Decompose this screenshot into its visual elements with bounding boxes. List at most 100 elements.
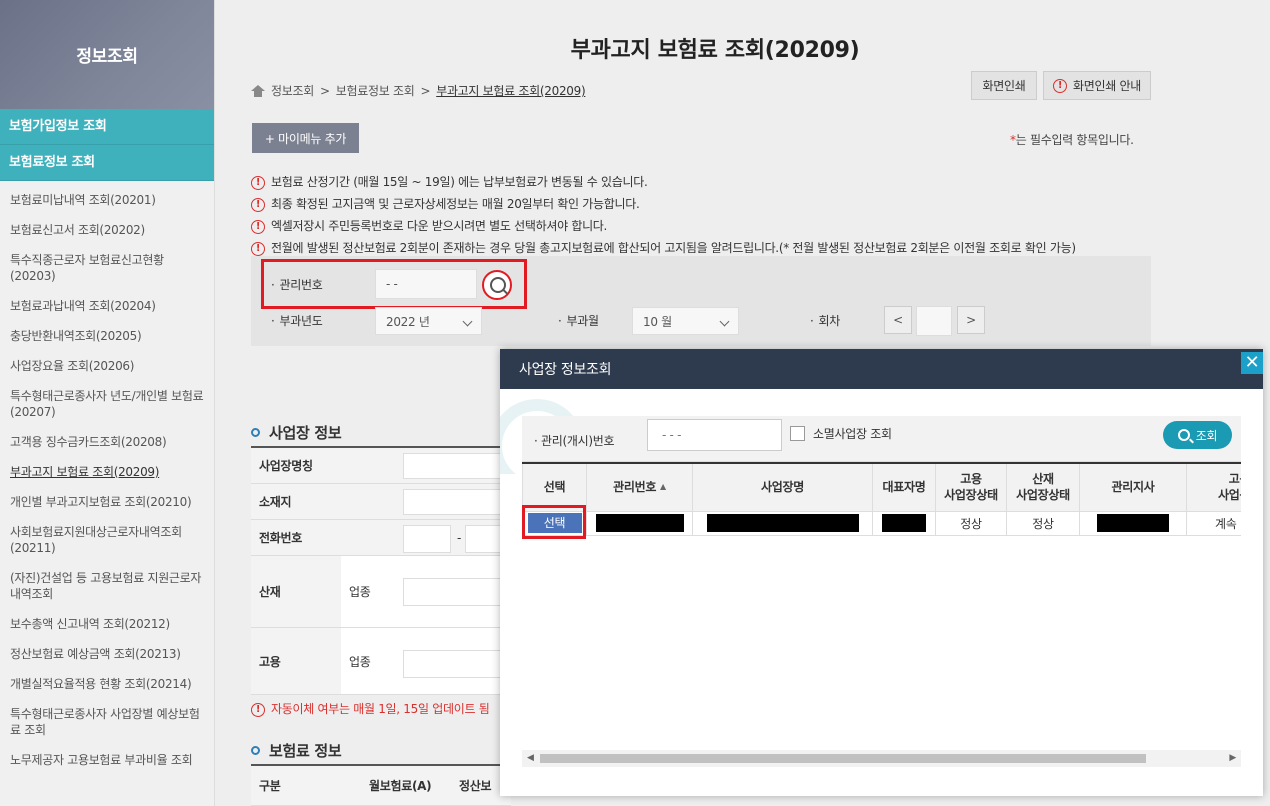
search-panel: 관리번호 - - 부과년도 2022 년 부과월 10 월 회차 < > xyxy=(251,256,1151,346)
modal-title: 사업장 정보조회 xyxy=(519,362,612,378)
scroll-right-icon[interactable]: ▶ xyxy=(1229,753,1236,763)
bullet-icon xyxy=(251,428,260,437)
sidebar-item[interactable]: 사회보험료지원대상근로자내역조회(20211) xyxy=(0,517,214,563)
print-button[interactable]: 화면인쇄 xyxy=(971,71,1037,100)
col-select: 선택 xyxy=(522,464,587,512)
auto-transfer-warning: ! 자동이체 여부는 매월 1일, 15일 업데이트 됨 xyxy=(251,700,490,717)
breadcrumb-item[interactable]: 보험료정보 조회 xyxy=(336,82,415,99)
add-mymenu-button[interactable]: + 마이메뉴 추가 xyxy=(252,123,359,153)
breadcrumb: 정보조회 > 보험료정보 조회 > 부과고지 보험료 조회(20209) xyxy=(251,82,586,99)
sidebar-item[interactable]: 특수형태근로종사자 사업장별 예상보험료 조회 xyxy=(0,699,214,745)
sidebar: 정보조회 보험가입정보 조회 보험료정보 조회 보험료미납내역 조회(20201… xyxy=(0,0,215,806)
month-select[interactable]: 10 월 xyxy=(632,307,739,335)
alert-icon: ! xyxy=(251,241,265,256)
col-branch: 관리지사 xyxy=(1079,464,1187,512)
close-icon[interactable]: ✕ xyxy=(1241,352,1263,374)
sidebar-item[interactable]: 개별실적요율적용 현황 조회(20214) xyxy=(0,669,214,699)
modal-header: 사업장 정보조회 ✕ xyxy=(500,349,1263,389)
table-header-row: 선택 관리번호 ▲ 사업장명 대표자명 고용 사업장상태 산재 사업장상태 관리… xyxy=(522,464,1241,512)
workplace-info-table: 사업장명칭 소재지 전화번호 - 산재 업종 고용 업종 xyxy=(251,446,511,695)
col-workplace-name: 사업장명 xyxy=(692,464,873,512)
alert-icon: ! xyxy=(251,702,265,717)
sidebar-item[interactable]: 특수형태근로종사자 년도/개인별 보험료(20207) xyxy=(0,381,214,427)
redacted-workplace-name xyxy=(706,514,859,532)
table-row[interactable]: 선택 정상 정상 계속 xyxy=(522,510,1241,536)
sidebar-category-insurance-join[interactable]: 보험가입정보 조회 xyxy=(0,109,214,145)
next-round-button[interactable]: > xyxy=(957,306,985,334)
business-type-cell: 계속 xyxy=(1186,510,1241,536)
workplace-name-field xyxy=(403,453,511,479)
sidebar-item[interactable]: 정산보험료 예상금액 조회(20213) xyxy=(0,639,214,669)
breadcrumb-current[interactable]: 부과고지 보험료 조회(20209) xyxy=(436,82,585,99)
workplace-section-title: 사업장 정보 xyxy=(251,422,342,443)
sidebar-title: 정보조회 xyxy=(0,0,214,109)
sidebar-item[interactable]: 고객용 징수금카드조회(20208) xyxy=(0,427,214,457)
scroll-left-icon[interactable]: ◀ xyxy=(527,753,534,763)
alert-icon: ! xyxy=(1053,78,1068,93)
print-guide-button[interactable]: ! 화면인쇄 안내 xyxy=(1043,71,1151,100)
notice-list: ! 보험료 산정기간 (매월 15일 ~ 19일) 에는 납부보험료가 변동될 수… xyxy=(251,174,1076,262)
page-title: 부과고지 보험료 조회(20209) xyxy=(570,38,860,63)
industrial-sector-field xyxy=(403,578,511,606)
premium-header-cell: 구분 xyxy=(251,766,361,806)
phone-field-1 xyxy=(403,525,451,553)
closed-workplace-label: 소멸사업장 조회 xyxy=(813,427,892,441)
modal-mgmt-input[interactable]: - - - xyxy=(647,419,782,451)
sidebar-item[interactable]: 사업장요율 조회(20206) xyxy=(0,351,214,381)
scrollbar-thumb[interactable] xyxy=(540,754,1146,763)
sidebar-item[interactable]: 개인별 부과고지보험료 조회(20210) xyxy=(0,487,214,517)
round-input[interactable] xyxy=(916,306,952,336)
required-note: *는 필수입력 항목입니다. xyxy=(1010,133,1134,147)
industrial-status-cell: 정상 xyxy=(1006,510,1080,536)
sidebar-category-premium[interactable]: 보험료정보 조회 xyxy=(0,145,214,181)
year-select[interactable]: 2022 년 xyxy=(375,307,482,335)
sidebar-item[interactable]: 보험료신고서 조회(20202) xyxy=(0,215,214,245)
modal-search-bar: · 관리(개시)번호 - - - 소멸사업장 조회 조회 xyxy=(522,416,1241,462)
sidebar-menu: 보험료미납내역 조회(20201) 보험료신고서 조회(20202) 특수직종근… xyxy=(0,181,214,775)
sidebar-item-active[interactable]: 부과고지 보험료 조회(20209) xyxy=(0,457,214,487)
sidebar-item[interactable]: 특수직종근로자 보험료신고현황(20203) xyxy=(0,245,214,291)
col-industrial-status: 산재 사업장상태 xyxy=(1006,464,1080,512)
redacted-branch xyxy=(1097,514,1169,532)
home-icon[interactable] xyxy=(251,84,265,97)
sidebar-item[interactable]: 보수총액 신고내역 조회(20212) xyxy=(0,609,214,639)
alert-icon: ! xyxy=(251,219,265,234)
redacted-representative xyxy=(882,514,926,532)
breadcrumb-item[interactable]: 정보조회 xyxy=(271,82,314,99)
alert-icon: ! xyxy=(251,175,265,190)
modal-search-button[interactable]: 조회 xyxy=(1163,421,1232,449)
sidebar-item[interactable]: 충당반환내역조회(20205) xyxy=(0,321,214,351)
closed-workplace-checkbox[interactable] xyxy=(790,426,805,441)
round-label: 회차 xyxy=(810,312,841,329)
workplace-result-table: 선택 관리번호 ▲ 사업장명 대표자명 고용 사업장상태 산재 사업장상태 관리… xyxy=(522,462,1241,538)
col-business-type: 고용 사업구분 xyxy=(1186,464,1241,512)
notice-item: ! 최종 확정된 고지금액 및 근로자상세정보는 매월 20일부터 확인 가능합니… xyxy=(251,196,1076,218)
col-employment-status: 고용 사업장상태 xyxy=(935,464,1007,512)
industrial-row: 산재 xyxy=(251,556,341,628)
address-field xyxy=(403,489,511,515)
modal-mgmt-label: · 관리(개시)번호 xyxy=(534,434,615,448)
workplace-search-modal: 사업장 정보조회 ✕ · 관리(개시)번호 - - - 소멸사업장 조회 조회 … xyxy=(500,349,1263,796)
alert-icon: ! xyxy=(251,197,265,212)
redacted-mgmt-number xyxy=(595,514,684,532)
bullet-icon xyxy=(251,746,260,755)
highlight-box xyxy=(261,259,527,309)
col-mgmt-number[interactable]: 관리번호 ▲ xyxy=(586,464,693,512)
premium-info-table: 구분 월보험료(A) 정산보 xyxy=(251,764,511,806)
notice-item: ! 엑셀저장시 주민등록번호로 다운 받으시려면 별도 선택하셔야 합니다. xyxy=(251,218,1076,240)
notice-item: ! 보험료 산정기간 (매월 15일 ~ 19일) 에는 납부보험료가 변동될 수… xyxy=(251,174,1076,196)
sort-icon[interactable]: ▲ xyxy=(660,482,666,491)
sidebar-item[interactable]: 보험료과납내역 조회(20204) xyxy=(0,291,214,321)
prev-round-button[interactable]: < xyxy=(884,306,912,334)
month-label: 부과월 xyxy=(558,312,600,329)
col-representative: 대표자명 xyxy=(872,464,936,512)
sidebar-item[interactable]: 노무제공자 고용보험료 부과비율 조회 xyxy=(0,745,214,775)
sidebar-item[interactable]: (자진)건설업 등 고용보험료 지원근로자 내역조회 xyxy=(0,563,214,609)
employment-status-cell: 정상 xyxy=(935,510,1007,536)
select-highlight-box xyxy=(522,505,586,539)
year-label: 부과년도 xyxy=(271,312,323,329)
search-icon xyxy=(1177,429,1190,441)
premium-section-title: 보험료 정보 xyxy=(251,740,342,761)
horizontal-scrollbar[interactable]: ◀ ▶ xyxy=(522,750,1241,767)
sidebar-item[interactable]: 보험료미납내역 조회(20201) xyxy=(0,185,214,215)
